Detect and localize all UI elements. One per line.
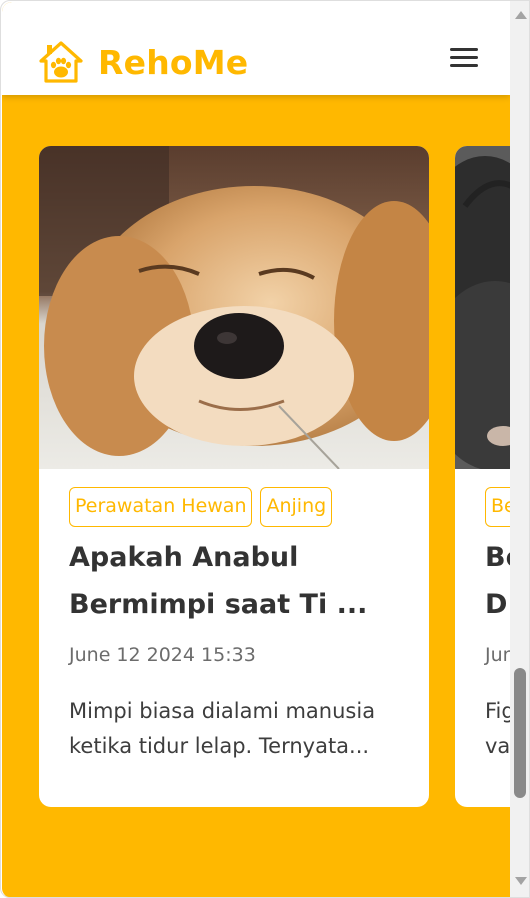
tag-badge[interactable]: Perawatan Hewan — [69, 487, 253, 527]
article-excerpt-line: Mimpi biasa dialami manusia — [69, 699, 376, 723]
article-title[interactable]: Apakah Anabul Bermimpi saat Ti ... — [69, 534, 409, 628]
vertical-scrollbar[interactable] — [510, 0, 530, 898]
article-title[interactable]: Be D — [485, 534, 510, 628]
brand-name: RehoMe — [98, 42, 249, 82]
article-title-line: D — [485, 589, 508, 620]
article-card[interactable]: Be Be D Jun Fig va — [455, 146, 510, 807]
article-image-puppy — [455, 146, 510, 469]
article-card[interactable]: Perawatan Hewan Anjing Apakah Anabul Ber… — [39, 146, 429, 807]
scroll-down-arrow-icon[interactable] — [515, 877, 527, 885]
tag-badge[interactable]: Anjing — [260, 487, 333, 527]
article-title-line: Bermimpi saat Ti ... — [69, 589, 368, 620]
house-paw-icon — [39, 41, 83, 83]
tag-list: Be — [485, 487, 510, 527]
article-date: Jun — [485, 644, 510, 666]
hamburger-line — [450, 56, 478, 59]
hamburger-line — [450, 64, 478, 67]
article-title-line: Apakah Anabul — [69, 542, 299, 573]
navbar: RehoMe — [2, 2, 510, 95]
hamburger-line — [450, 48, 478, 51]
article-date: June 12 2024 15:33 — [69, 644, 256, 666]
page-viewport: RehoMe Perawatan Hewan Anjing Apakah Ana… — [2, 2, 510, 898]
article-excerpt-line: ketika tidur lelap. Ternyata... — [69, 734, 370, 758]
tag-list: Perawatan Hewan Anjing — [69, 487, 333, 527]
article-title-line: Be — [485, 542, 510, 573]
article-excerpt-line: va — [485, 734, 510, 758]
tag-badge[interactable]: Be — [485, 487, 510, 527]
brand-link[interactable]: RehoMe — [38, 40, 248, 84]
scrollbar-thumb[interactable] — [514, 668, 526, 798]
article-excerpt: Fig va — [485, 694, 510, 764]
article-excerpt-line: Fig — [485, 699, 510, 723]
browser-frame: RehoMe Perawatan Hewan Anjing Apakah Ana… — [0, 0, 530, 898]
article-excerpt: Mimpi biasa dialami manusia ketika tidur… — [69, 694, 399, 764]
scroll-up-arrow-icon[interactable] — [515, 11, 527, 19]
article-image-sleeping-dog — [39, 146, 429, 469]
hamburger-menu-icon[interactable] — [450, 48, 478, 70]
